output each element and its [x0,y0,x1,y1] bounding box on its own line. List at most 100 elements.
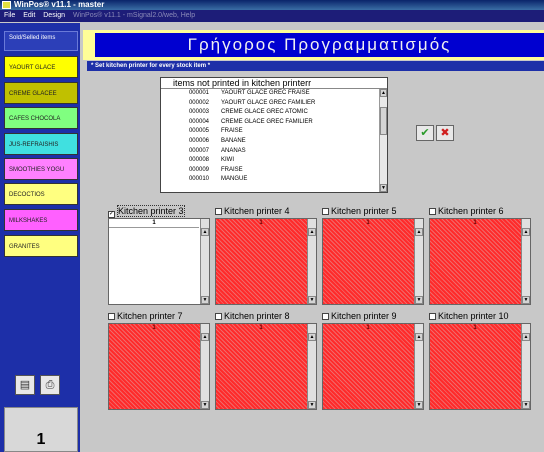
print-button[interactable]: ⎙ [40,375,60,395]
item-name: CREME GLACE GREC ATOMIC [221,109,308,116]
scroll-up-icon[interactable]: ▲ [415,228,423,236]
checkmark-icon: ✔ [420,127,430,139]
list-item[interactable]: 000006 BANANE [161,137,387,147]
printer-items-list[interactable]: 1 ▲ ▼ [322,218,424,305]
scroll-down-icon[interactable]: ▼ [201,296,209,304]
cashier-icon: ▤ [19,379,31,391]
printer-list-scrollbar[interactable]: ▲ ▼ [521,324,530,409]
items-listbox[interactable]: items not printed in kitchen printerr 00… [160,77,388,193]
item-name: ANANAS [221,147,246,154]
printer-checkbox-label[interactable]: Kitchen printer 8 [215,311,290,322]
scroll-down-icon[interactable]: ▼ [201,401,209,409]
printer-checkbox-label[interactable]: Kitchen printer 7 [108,311,183,322]
scroll-up-icon[interactable]: ▲ [522,333,530,341]
checkbox-icon[interactable] [215,208,222,215]
cancel-button[interactable]: ✖ [436,125,454,141]
category-button[interactable]: DECOCTIOS [4,183,78,205]
printer-items-list[interactable]: 1 ▲ ▼ [215,323,317,410]
printer-list-scrollbar[interactable]: ▲ ▼ [307,324,316,409]
menu-bar: File Edit Design WinPos® v11.1 - mSignal… [0,10,544,22]
printer-checkbox-label[interactable]: Kitchen printer 5 [322,206,397,217]
counter-value: 1 [36,431,46,448]
list-item[interactable]: 000002 YAOURT GLACE GREC FAMILIER [161,99,387,109]
counter-display: 1 [4,407,78,452]
printer-name: Kitchen printer 8 [224,311,290,321]
item-name: YAOURT GLACE GREC FAMILIER [221,99,316,106]
category-button[interactable]: GRANITES [4,235,78,257]
printer-checkbox-label[interactable]: Kitchen printer 9 [322,311,397,322]
list-item[interactable]: 000010 MANGUE [161,175,387,185]
printer-name: Kitchen printer 5 [331,206,397,216]
printer-items-list[interactable]: 1 ▲ ▼ [108,218,210,305]
item-code: 000008 [188,157,209,164]
scroll-down-icon[interactable]: ▼ [415,401,423,409]
checkbox-icon[interactable] [429,313,436,320]
checkbox-icon[interactable] [322,208,329,215]
scroll-down-icon[interactable]: ▼ [308,296,316,304]
printer-list-header: 1 [366,220,370,226]
checkbox-icon[interactable] [215,313,222,320]
item-code: 000005 [188,128,209,135]
checkbox-icon[interactable] [322,313,329,320]
checkbox-checked-icon[interactable]: ✓ [108,211,115,218]
printer-list-header: 1 [366,325,370,331]
category-button[interactable]: SMOOTHIES YOGU [4,158,78,180]
printer-items-list[interactable]: 1 ▲ ▼ [108,323,210,410]
category-button[interactable]: CREME GLACEE [4,82,78,104]
scroll-down-icon[interactable]: ▼ [415,296,423,304]
list-item[interactable]: 000009 FRAISE [161,166,387,176]
ok-button[interactable]: ✔ [416,125,434,141]
menu-edit[interactable]: Edit [23,12,35,19]
list-scrollbar[interactable]: ▲ ▼ [379,89,387,192]
scroll-up-icon[interactable]: ▲ [201,228,209,236]
printer-items-list[interactable]: 1 ▲ ▼ [215,218,317,305]
category-button[interactable]: JUS-REFRAISHIS [4,133,78,155]
printer-list-header: 1 [259,220,263,226]
menu-file[interactable]: File [4,12,15,19]
list-item[interactable]: 000007 ANANAS [161,147,387,157]
scroll-up-icon[interactable]: ▲ [308,228,316,236]
printer-checkbox-label[interactable]: Kitchen printer 10 [429,311,509,322]
scroll-up-icon[interactable]: ▲ [522,228,530,236]
printer-list-scrollbar[interactable]: ▲ ▼ [414,324,423,409]
item-code: 000001 [188,90,209,96]
scroll-down-icon[interactable]: ▼ [380,184,387,192]
menu-info[interactable]: WinPos® v11.1 - mSignal2.0/web, Help [73,12,195,19]
list-item[interactable]: 000001 YAOURT GLACE GREC FRAISE [161,89,387,99]
scroll-up-icon[interactable]: ▲ [415,333,423,341]
printer-list-scrollbar[interactable]: ▲ ▼ [521,219,530,304]
printer-items-list[interactable]: 1 ▲ ▼ [322,323,424,410]
list-item[interactable]: 000005 FRAISE [161,127,387,137]
list-item[interactable]: 000003 CREME GLACE GREC ATOMIC [161,108,387,118]
printer-list-scrollbar[interactable]: ▲ ▼ [307,219,316,304]
scroll-up-icon[interactable]: ▲ [201,333,209,341]
item-code: 000007 [188,147,209,154]
scroll-thumb[interactable] [380,107,387,135]
scroll-down-icon[interactable]: ▼ [522,296,530,304]
category-button[interactable]: YAOURT GLACE [4,56,78,78]
category-button[interactable]: MILKSHAKES [4,209,78,231]
printer-checkbox-label[interactable]: Kitchen printer 4 [215,206,290,217]
scroll-up-icon[interactable]: ▲ [380,89,387,97]
list-item[interactable]: 000004 CREME GLACE GREC FAMILIER [161,118,387,128]
printer-name: Kitchen printer 7 [117,311,183,321]
printer-list-scrollbar[interactable]: ▲ ▼ [414,219,423,304]
printer-list-scrollbar[interactable]: ▲ ▼ [200,219,209,304]
printer-items-list[interactable]: 1 ▲ ▼ [429,218,531,305]
scroll-up-icon[interactable]: ▲ [308,333,316,341]
printer-checkbox-label[interactable]: Kitchen printer 6 [429,206,504,217]
printer-checkbox-label[interactable]: ✓ Kitchen printer 3 [108,205,185,218]
printer-items-list[interactable]: 1 ▲ ▼ [429,323,531,410]
list-item[interactable]: 000008 KIWI [161,156,387,166]
menu-design[interactable]: Design [43,12,65,19]
scroll-down-icon[interactable]: ▼ [522,401,530,409]
printer-list-scrollbar[interactable]: ▲ ▼ [200,324,209,409]
printer-list-header: 1 [473,220,477,226]
category-button[interactable]: CAFES CHOCOLA [4,107,78,129]
item-code: 000009 [188,166,209,173]
checkbox-icon[interactable] [429,208,436,215]
printer-name: Kitchen printer 9 [331,311,397,321]
checkbox-icon[interactable] [108,313,115,320]
cashier-button[interactable]: ▤ [15,375,35,395]
scroll-down-icon[interactable]: ▼ [308,401,316,409]
